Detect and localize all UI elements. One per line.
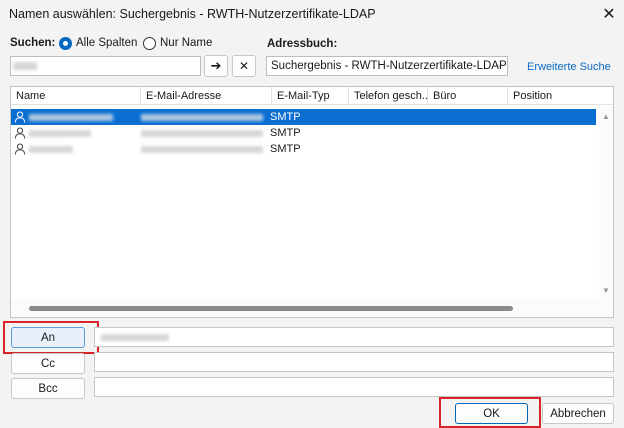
chevron-down-icon: ⌵ [496, 59, 503, 69]
cc-field[interactable] [94, 352, 614, 372]
bcc-button[interactable]: Bcc [11, 378, 85, 399]
radio-name-only-label: Nur Name [160, 37, 213, 49]
person-icon [14, 127, 26, 139]
email-type-cell: SMTP [270, 143, 301, 155]
col-email[interactable]: E-Mail-Adresse [141, 87, 272, 105]
name-redacted [29, 130, 91, 137]
window-title: Namen auswählen: Suchergebnis - RWTH-Nut… [9, 7, 376, 21]
search-input-value-redacted [13, 62, 37, 70]
table-row[interactable]: SMTP [11, 109, 596, 125]
to-field-value-redacted [101, 334, 169, 341]
radio-all-columns[interactable] [59, 37, 72, 50]
ok-button[interactable]: OK [455, 403, 528, 424]
email-type-cell: SMTP [270, 111, 301, 123]
col-name[interactable]: Name [11, 87, 141, 105]
list-header: Name E-Mail-Adresse E-Mail-Typ Telefon g… [11, 87, 613, 105]
name-redacted [29, 114, 113, 121]
email-redacted [141, 146, 263, 153]
to-field[interactable] [94, 327, 614, 347]
cc-button[interactable]: Cc [11, 353, 85, 374]
person-icon [14, 143, 26, 155]
col-email-type[interactable]: E-Mail-Typ [272, 87, 349, 105]
horizontal-scrollbar[interactable] [11, 299, 613, 317]
col-phone[interactable]: Telefon gesch... [349, 87, 428, 105]
scroll-up-icon[interactable]: ▲ [602, 112, 610, 121]
addressbook-label: Adressbuch: [267, 38, 338, 50]
email-redacted [141, 130, 263, 137]
search-go-button[interactable]: ➔ [204, 55, 228, 77]
close-icon[interactable]: ✕ [596, 2, 622, 26]
addressbook-select-value: Suchergebnis - RWTH-Nutzerzertifikate-LD… [271, 60, 507, 72]
bcc-field[interactable] [94, 377, 614, 397]
horizontal-scroll-thumb[interactable] [29, 306, 513, 311]
results-list[interactable]: Name E-Mail-Adresse E-Mail-Typ Telefon g… [10, 86, 614, 318]
person-icon [14, 111, 26, 123]
to-button[interactable]: An [11, 327, 85, 348]
search-label: Suchen: [10, 37, 56, 49]
cancel-button[interactable]: Abbrechen [542, 403, 614, 424]
radio-all-columns-label: Alle Spalten [76, 37, 138, 49]
scroll-down-icon[interactable]: ▼ [602, 286, 610, 295]
vertical-scrollbar[interactable]: ▲ ▼ [599, 106, 613, 299]
email-type-cell: SMTP [270, 127, 301, 139]
radio-name-only[interactable] [143, 37, 156, 50]
col-position[interactable]: Position [508, 87, 613, 105]
search-input[interactable] [10, 56, 201, 76]
email-redacted [141, 114, 263, 121]
col-office[interactable]: Büro [428, 87, 508, 105]
table-row[interactable]: SMTP [11, 141, 596, 157]
name-redacted [29, 146, 73, 153]
search-clear-button[interactable]: ✕ [232, 55, 256, 77]
addressbook-select[interactable]: Suchergebnis - RWTH-Nutzerzertifikate-LD… [266, 56, 508, 76]
advanced-search-link[interactable]: Erweiterte Suche [527, 61, 611, 73]
table-row[interactable]: SMTP [11, 125, 596, 141]
